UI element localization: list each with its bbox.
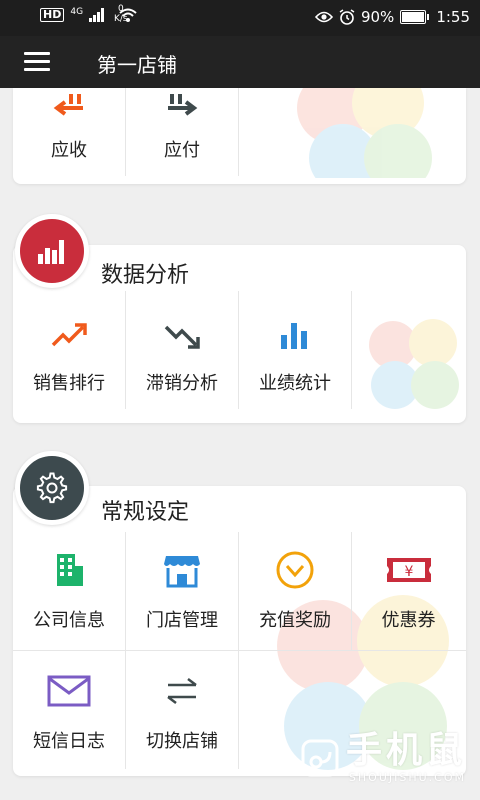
empty-cell — [352, 291, 465, 409]
coupon-icon: ¥ — [386, 558, 431, 582]
coupon[interactable]: ¥ 优惠券 — [352, 532, 465, 650]
battery-percent: 90% — [360, 8, 395, 26]
analysis-title: 数据分析 — [101, 263, 190, 288]
analysis-badge — [15, 214, 89, 288]
finance-payable-label: 应付 — [164, 140, 200, 161]
slow-sales-label: 滞销分析 — [146, 373, 218, 394]
bar-chart-icon — [38, 240, 64, 264]
signal-icon — [89, 8, 105, 22]
store-icon — [164, 556, 200, 588]
sms-log[interactable]: 短信日志 — [13, 651, 126, 769]
sales-ranking-label: 销售排行 — [33, 373, 105, 394]
company-info-label: 公司信息 — [33, 610, 105, 631]
trend-down-icon — [164, 325, 200, 349]
recharge-reward-label: 充值奖励 — [259, 610, 331, 631]
finance-receivable[interactable]: 应收 — [13, 88, 126, 176]
menu-icon[interactable] — [24, 52, 50, 72]
arrow-right-icon — [168, 94, 198, 116]
company-info[interactable]: 公司信息 — [13, 532, 126, 650]
envelope-icon — [47, 675, 91, 707]
recharge-reward[interactable]: 充值奖励 — [239, 532, 352, 650]
performance-stats[interactable]: 业绩统计 — [239, 291, 352, 409]
site-watermark: 手机鼠 SHOUJISHU.COM — [300, 731, 466, 784]
eye-icon — [314, 11, 333, 23]
network-speed: 0 K/s — [114, 4, 128, 24]
building-icon — [57, 554, 83, 586]
hd-indicator: HD — [40, 8, 65, 22]
status-bar: HD 4G 0 K/s 90% 1:55 — [0, 0, 480, 36]
switch-icon — [167, 678, 197, 704]
svg-text:¥: ¥ — [404, 564, 413, 580]
settings-title: 常规设定 — [101, 500, 190, 525]
clock: 1:55 — [436, 8, 470, 26]
chevron-circle-icon — [276, 551, 314, 589]
settings-badge — [15, 451, 89, 525]
performance-stats-label: 业绩统计 — [259, 373, 331, 394]
finance-receivable-label: 应收 — [51, 140, 87, 161]
sales-ranking[interactable]: 销售排行 — [13, 291, 126, 409]
sms-log-label: 短信日志 — [33, 731, 105, 752]
switch-store[interactable]: 切换店铺 — [126, 651, 239, 769]
slow-sales-analysis[interactable]: 滞销分析 — [126, 291, 239, 409]
store-management[interactable]: 门店管理 — [126, 532, 239, 650]
app-bar: 第一店铺 — [0, 36, 480, 88]
watermark-text: 手机鼠 — [345, 730, 466, 771]
alarm-icon — [339, 9, 355, 25]
arrow-left-icon — [53, 94, 83, 116]
coupon-label: 优惠券 — [381, 610, 436, 631]
mouse-logo-icon — [301, 739, 339, 776]
battery-icon — [400, 10, 430, 24]
watermark-sub: SHOUJISHU.COM — [348, 771, 466, 784]
finance-payable[interactable]: 应付 — [126, 88, 239, 176]
network-type: 4G — [70, 7, 84, 17]
page-title: 第一店铺 — [97, 53, 177, 77]
switch-store-label: 切换店铺 — [146, 731, 218, 752]
trend-up-icon — [51, 323, 87, 347]
store-management-label: 门店管理 — [146, 610, 218, 631]
gear-icon — [36, 472, 68, 504]
bar-chart-icon — [281, 323, 307, 349]
finance-card: 应收 应付 — [13, 88, 466, 184]
